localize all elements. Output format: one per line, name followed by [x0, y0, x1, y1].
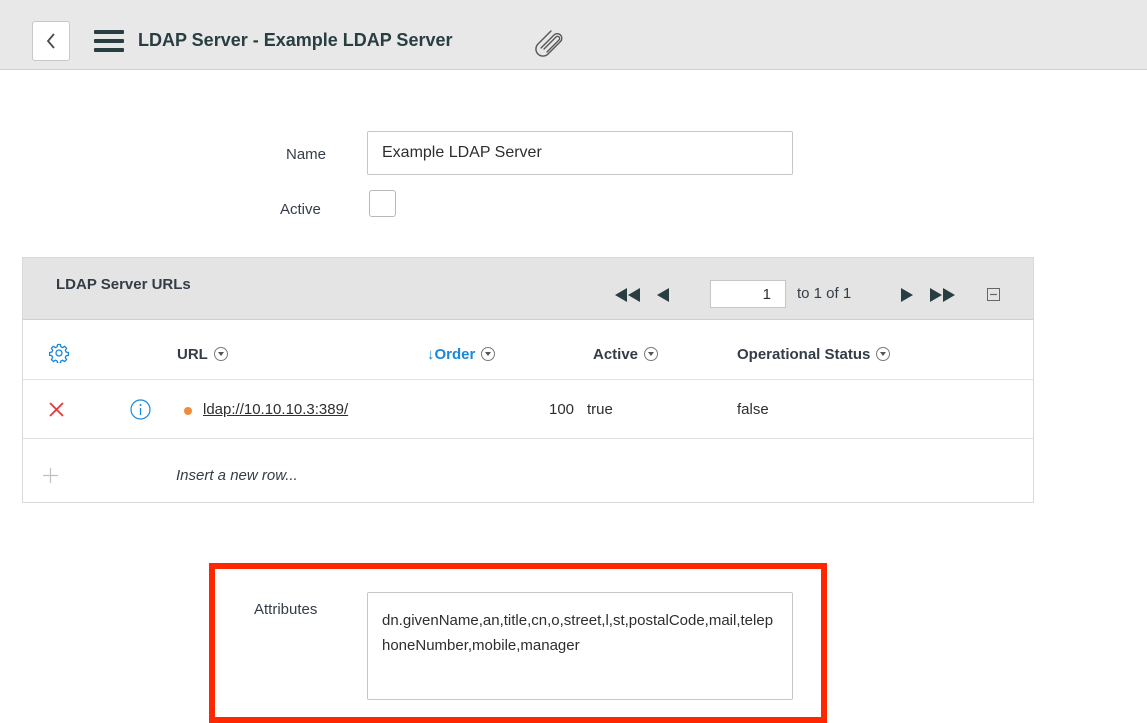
filter-dropdown-icon[interactable] — [481, 347, 496, 362]
page-number-input[interactable] — [710, 280, 786, 308]
column-header-row: URL ↓Order Active Operational Status — [23, 320, 1033, 380]
name-field[interactable] — [367, 131, 793, 175]
column-header-operational-status[interactable]: Operational Status — [737, 346, 891, 363]
collapse-icon[interactable] — [987, 288, 1000, 301]
last-page-icon[interactable] — [929, 288, 955, 302]
name-label: Name — [286, 146, 327, 163]
form-header: LDAP Server - Example LDAP Server — [0, 0, 1147, 70]
column-operational-status-label: Operational Status — [737, 346, 871, 363]
active-checkbox[interactable] — [369, 190, 396, 217]
plus-icon — [43, 468, 58, 483]
next-page-icon[interactable] — [900, 288, 913, 302]
ldap-server-urls-list: LDAP Server URLs to 1 of 1 URL ↓Order — [22, 257, 1034, 503]
chevron-left-icon — [46, 33, 55, 49]
active-label: Active — [280, 201, 321, 218]
url-link[interactable]: ldap://10.10.10.3:389/ — [203, 401, 348, 418]
related-list-title: LDAP Server URLs — [56, 276, 191, 293]
column-active-label: Active — [593, 346, 639, 363]
previous-page-icon[interactable] — [657, 288, 670, 302]
sort-descending-icon: ↓ — [427, 346, 435, 363]
column-header-active[interactable]: Active — [593, 346, 659, 363]
filter-dropdown-icon[interactable] — [644, 347, 659, 362]
filter-dropdown-icon[interactable] — [876, 347, 891, 362]
operational-status-value: false — [737, 401, 769, 418]
first-page-icon[interactable] — [615, 288, 641, 302]
hamburger-menu-icon[interactable] — [94, 30, 124, 52]
table-row: ldap://10.10.10.3:389/ 100 true false — [23, 380, 1033, 439]
page-title: LDAP Server - Example LDAP Server — [138, 30, 453, 50]
filter-dropdown-icon[interactable] — [213, 347, 228, 362]
info-icon[interactable] — [130, 399, 151, 420]
related-list-header: LDAP Server URLs to 1 of 1 — [23, 258, 1033, 320]
insert-new-row-link[interactable]: Insert a new row... — [176, 467, 298, 484]
status-dot — [184, 407, 192, 415]
column-url-label: URL — [177, 346, 208, 363]
attributes-label: Attributes — [254, 601, 318, 618]
column-order-label: Order — [434, 346, 476, 363]
column-header-url[interactable]: URL — [177, 346, 228, 363]
attributes-field[interactable]: dn.givenName,an,title,cn,o,street,l,st,p… — [367, 592, 793, 700]
page-range-text: to 1 of 1 — [797, 285, 852, 302]
gear-icon[interactable] — [49, 343, 69, 363]
active-value: true — [587, 401, 613, 418]
paperclip-icon[interactable] — [535, 26, 569, 58]
insert-row: Insert a new row... — [23, 439, 1033, 503]
back-button[interactable] — [32, 21, 70, 61]
delete-icon[interactable] — [49, 402, 64, 417]
column-header-order[interactable]: ↓Order — [427, 346, 496, 363]
order-value: 100 — [549, 401, 575, 418]
